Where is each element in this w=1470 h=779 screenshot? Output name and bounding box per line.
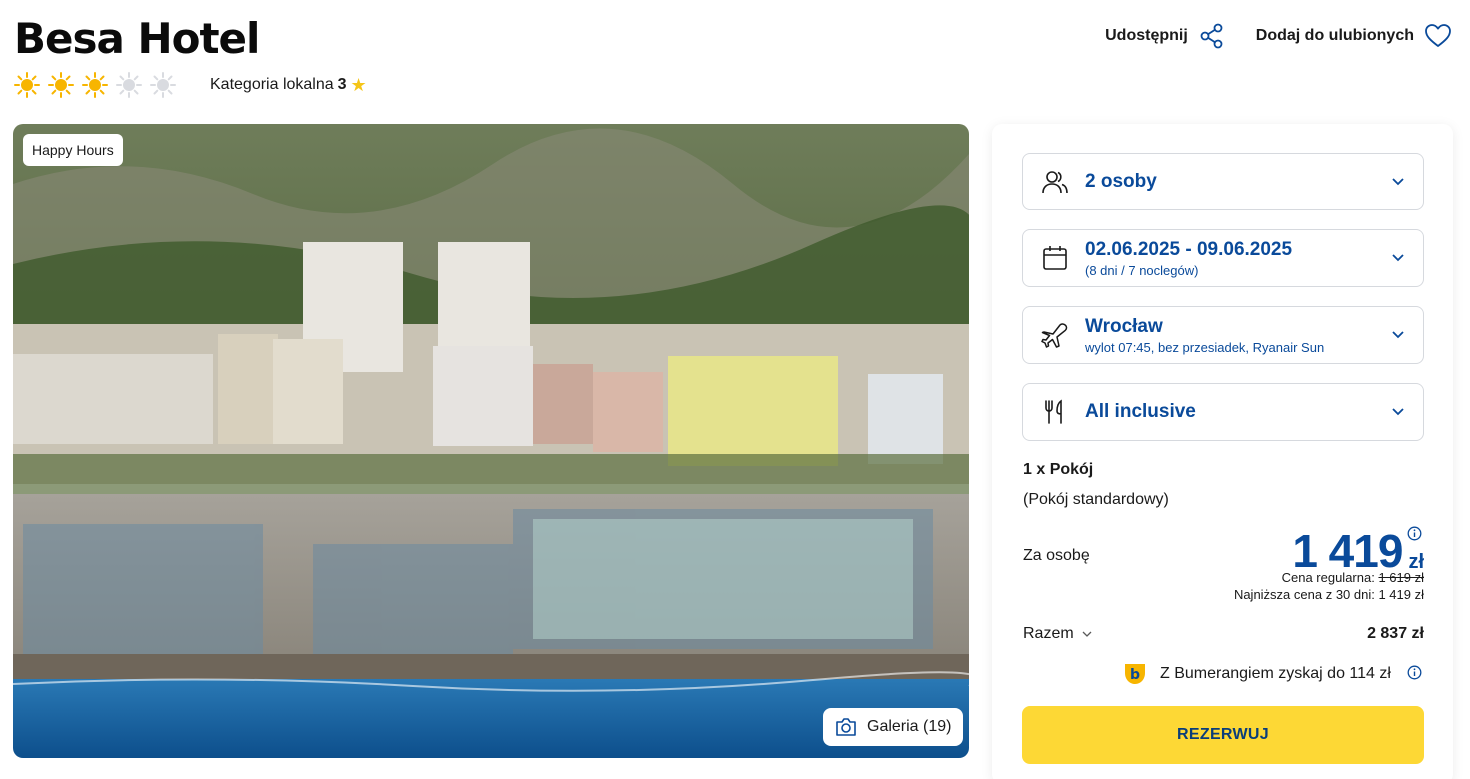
board-select[interactable]: All inclusive <box>1022 383 1424 441</box>
chevron-down-icon <box>1392 408 1404 416</box>
heart-icon <box>1425 24 1451 47</box>
departure-city: Wrocław <box>1085 315 1163 337</box>
gallery-label: Galeria (19) <box>867 718 952 735</box>
dates-select[interactable]: 02.06.2025 - 09.06.2025 (8 dni / 7 nocle… <box>1022 229 1424 287</box>
regular-price-value: 1 619 zł <box>1378 570 1424 585</box>
departure-select[interactable]: Wrocław wylot 07:45, bez przesiadek, Rya… <box>1022 306 1424 364</box>
total-value: 2 837 zł <box>1367 625 1424 642</box>
regular-price-label: Cena regularna: <box>1281 570 1375 585</box>
info-icon[interactable] <box>1407 526 1422 541</box>
share-button[interactable]: Udostępnij <box>1105 22 1226 50</box>
local-category-label: Kategoria lokalna <box>210 76 334 93</box>
gallery-button[interactable]: Galeria (19) <box>823 708 964 746</box>
sun-icon-filled <box>48 72 74 98</box>
local-category-value: 3 <box>337 76 347 93</box>
total-label: Razem <box>1023 625 1074 642</box>
chevron-down-icon <box>1392 254 1404 262</box>
users-icon <box>1042 170 1068 193</box>
per-person-label: Za osobę <box>1023 547 1090 564</box>
departure-sub: wylot 07:45, bez przesiadek, Ryanair Sun <box>1085 339 1325 355</box>
chevron-down-icon <box>1392 177 1404 185</box>
persons-value: 2 osoby <box>1085 170 1157 192</box>
svg-text:b: b <box>1130 667 1140 683</box>
chevron-down-icon <box>1392 331 1404 339</box>
happy-hours-badge: Happy Hours <box>23 134 123 166</box>
dates-value: 02.06.2025 - 09.06.2025 <box>1085 238 1293 260</box>
sun-icon-empty <box>116 72 142 98</box>
boomerang-promo: b Z Bumerangiem zyskaj do 114 zł <box>1122 661 1391 687</box>
info-icon[interactable] <box>1407 665 1422 680</box>
lowest-price: Najniższa cena z 30 dni: 1 419 zł <box>1233 587 1424 602</box>
cutlery-icon <box>1045 399 1062 424</box>
calendar-icon <box>1043 246 1067 270</box>
dates-sub: (8 dni / 7 noclegów) <box>1085 262 1199 278</box>
sun-icon-empty <box>150 72 176 98</box>
hotel-photo[interactable] <box>13 124 969 758</box>
room-count: 1 x Pokój <box>1023 461 1094 478</box>
regular-price: Cena regularna: 1 619 zł <box>1282 570 1424 585</box>
top-actions: Udostępnij Dodaj do ulubionych <box>1105 22 1452 50</box>
room-type: (Pokój standardowy) <box>1023 491 1169 508</box>
sun-rating <box>14 72 176 98</box>
sun-icon-filled <box>14 72 40 98</box>
share-icon <box>1200 23 1223 49</box>
star-icon: ★ <box>350 75 367 95</box>
sun-icon-filled <box>82 72 108 98</box>
reserve-button[interactable]: REZERWUJ <box>1022 706 1424 764</box>
boomerang-text: Z Bumerangiem zyskaj do 114 zł <box>1160 665 1391 682</box>
total-toggle[interactable]: Razem <box>1023 625 1092 643</box>
hotel-title: Besa Hotel <box>14 14 260 63</box>
camera-icon <box>836 718 856 736</box>
persons-select[interactable]: 2 osoby <box>1022 153 1424 210</box>
boomerang-logo-icon: b <box>1125 664 1145 684</box>
plane-icon <box>1041 323 1068 348</box>
favorite-button[interactable]: Dodaj do ulubionych <box>1256 22 1452 50</box>
chevron-down-icon <box>1082 631 1092 637</box>
board-value: All inclusive <box>1085 401 1196 422</box>
local-category: Kategoria lokalna 3 ★ <box>210 76 367 94</box>
share-label: Udostępnij <box>1105 27 1188 44</box>
favorite-label: Dodaj do ulubionych <box>1255 27 1414 44</box>
